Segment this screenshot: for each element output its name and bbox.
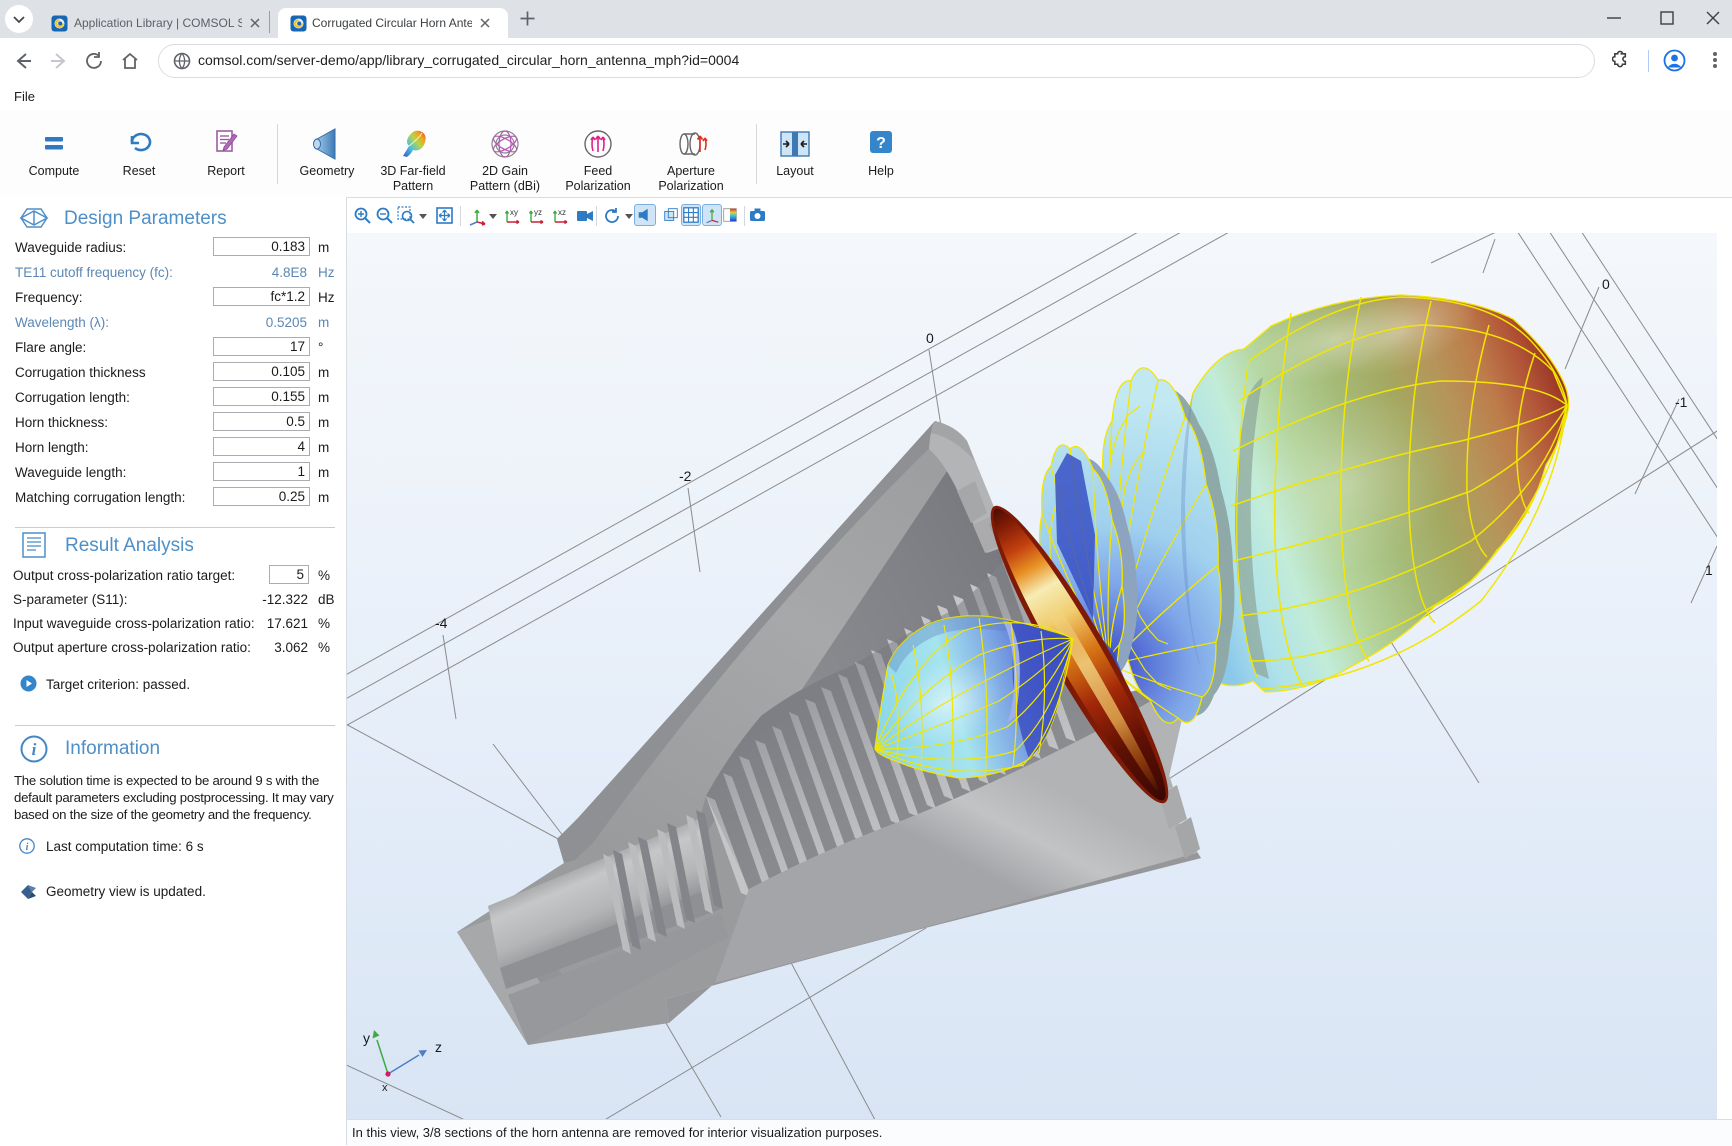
svg-text:-4: -4: [435, 615, 448, 631]
svg-text:-2: -2: [679, 468, 692, 484]
svg-text:i: i: [32, 740, 37, 759]
svg-text:-1: -1: [1675, 394, 1688, 410]
svg-text:i: i: [26, 842, 29, 853]
svg-text:z: z: [435, 1039, 442, 1055]
svg-text:0: 0: [926, 330, 934, 346]
svg-text:x: x: [382, 1082, 388, 1094]
svg-text:xz: xz: [558, 208, 566, 217]
svg-text:yz: yz: [534, 208, 542, 217]
svg-text:?: ?: [876, 135, 886, 152]
svg-text:xy: xy: [510, 208, 518, 217]
svg-text:y: y: [363, 1030, 370, 1046]
svg-text:0: 0: [1602, 276, 1610, 292]
svg-text:1: 1: [1705, 562, 1713, 578]
